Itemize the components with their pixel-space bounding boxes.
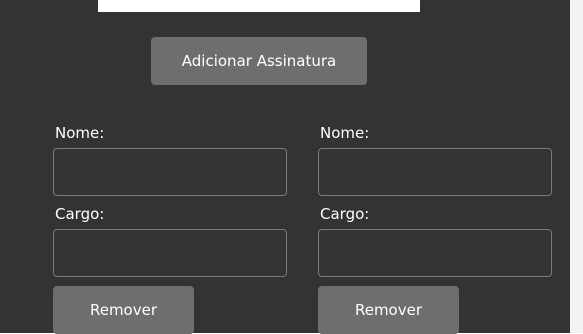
signature-2-role-label: Cargo: (320, 205, 370, 223)
signature-1-name-label: Nome: (55, 124, 105, 142)
signature-1-name-input[interactable] (53, 148, 287, 196)
signature-2-role-input[interactable] (318, 229, 552, 277)
signature-2-remove-button[interactable]: Remover (318, 286, 459, 334)
signature-2-name-input[interactable] (318, 148, 552, 196)
signature-2-name-label: Nome: (320, 124, 370, 142)
signature-panel: Adicionar Assinatura Nome: Cargo: Remove… (0, 0, 570, 334)
signature-1-role-input[interactable] (53, 229, 287, 277)
signature-1-remove-button[interactable]: Remover (53, 286, 194, 334)
add-signature-button[interactable]: Adicionar Assinatura (151, 37, 367, 85)
signature-1-role-label: Cargo: (55, 205, 105, 223)
vertical-scrollbar[interactable] (570, 0, 583, 333)
top-input-strip (98, 0, 420, 12)
